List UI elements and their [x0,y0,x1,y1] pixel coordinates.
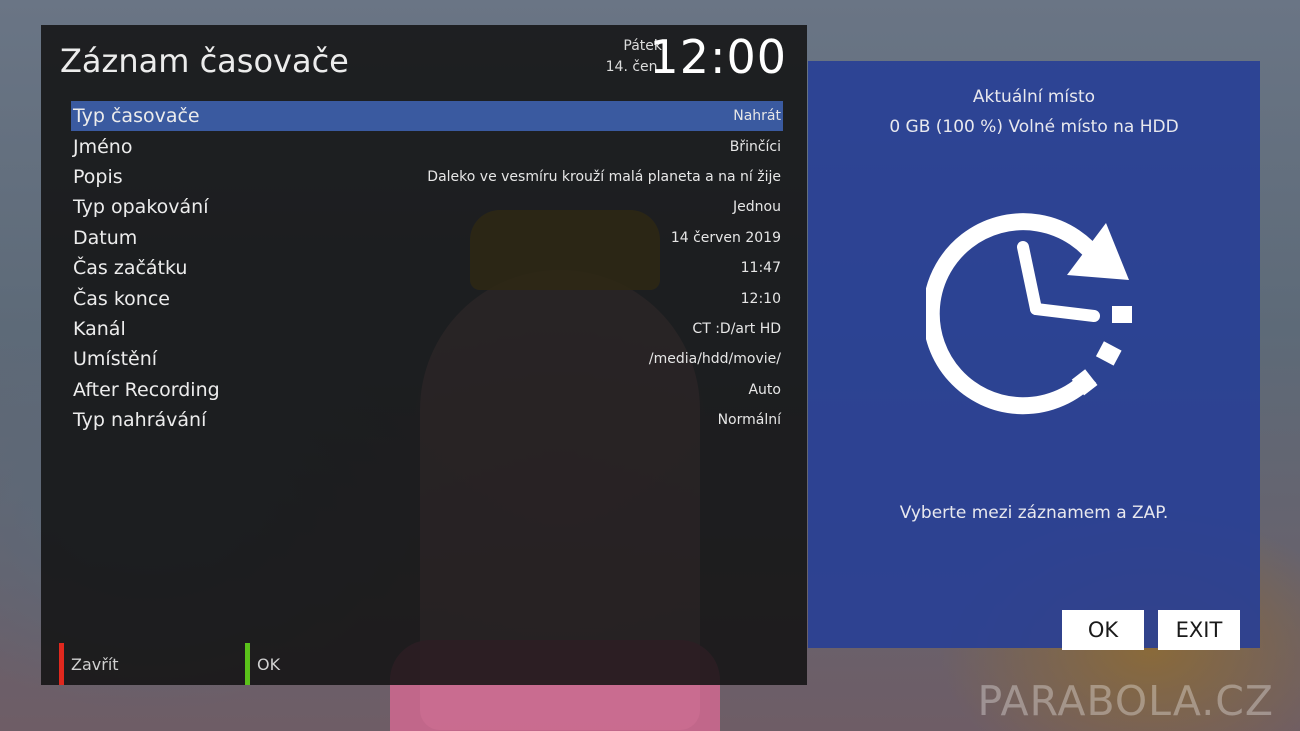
red-key-close[interactable]: Zavřít [59,643,119,685]
red-key-label: Zavřít [71,654,119,674]
setting-value: /media/hdd/movie/ [648,351,781,368]
setting-label: Jméno [73,135,133,158]
setting-label: Typ časovače [73,105,200,128]
setting-value: 14 červen 2019 [670,229,781,246]
clock: 12:00 [649,30,787,84]
free-space-text: 0 GB (100 %) Volné místo na HDD [889,117,1179,137]
red-key-indicator [59,643,64,685]
settings-list: Typ časovače Nahrát Jméno Břinčíci Popis… [71,101,783,435]
setting-row-start-time[interactable]: Čas začátku 11:47 [71,253,783,283]
setting-row-recording-type[interactable]: Typ nahrávání Normální [71,405,783,435]
setting-row-date[interactable]: Datum 14 červen 2019 [71,223,783,253]
setting-value: 11:47 [740,260,781,277]
setting-label: Umístění [73,348,158,371]
green-key-label: OK [257,654,281,674]
setting-row-description[interactable]: Popis Daleko ve vesmíru krouží malá plan… [71,162,783,192]
setting-row-name[interactable]: Jméno Břinčíci [71,131,783,161]
setting-label: Kanál [73,317,126,340]
setting-value: Nahrát [733,108,781,125]
setting-row-channel[interactable]: Kanál CT :D/art HD [71,314,783,344]
setting-label: Typ nahrávání [73,409,207,432]
setting-label: After Recording [73,378,220,401]
watermark: PARABOLA.CZ [977,677,1274,725]
setting-row-timer-type[interactable]: Typ časovače Nahrát [71,101,783,132]
setting-value: Normální [717,412,781,429]
page-title: Záznam časovače [60,42,349,80]
hint-text: Vyberte mezi záznamem a ZAP. [899,503,1169,523]
setting-value: Břinčíci [729,138,781,155]
timer-clock-icon [926,213,1132,415]
setting-row-after-recording[interactable]: After Recording Auto [71,375,783,405]
ok-button[interactable]: OK [1062,610,1144,650]
location-title: Aktuální místo [972,87,1096,107]
setting-row-location[interactable]: Umístění /media/hdd/movie/ [71,344,783,374]
setting-value: 12:10 [740,290,781,307]
color-key-bar: Zavřít OK [59,643,459,685]
green-key-indicator [245,643,250,685]
setting-value: Jednou [733,199,781,216]
setting-row-repeat-type[interactable]: Typ opakování Jednou [71,192,783,222]
green-key-ok[interactable]: OK [245,643,280,685]
setting-label: Popis [73,165,123,188]
exit-button[interactable]: EXIT [1158,610,1240,650]
timer-entry-panel: Záznam časovače Pátek 14. čen. 12:00 Typ… [41,25,807,685]
setting-label: Čas konce [73,287,170,310]
setting-row-end-time[interactable]: Čas konce 12:10 [71,283,783,313]
info-panel: Aktuální místo 0 GB (100 %) Volné místo … [808,61,1260,650]
setting-label: Čas začátku [73,257,188,280]
setting-label: Datum [73,226,138,249]
setting-value: Auto [748,381,781,398]
setting-value: Daleko ve vesmíru krouží malá planeta a … [427,168,781,185]
setting-value: CT :D/art HD [692,320,781,337]
setting-label: Typ opakování [73,196,209,219]
